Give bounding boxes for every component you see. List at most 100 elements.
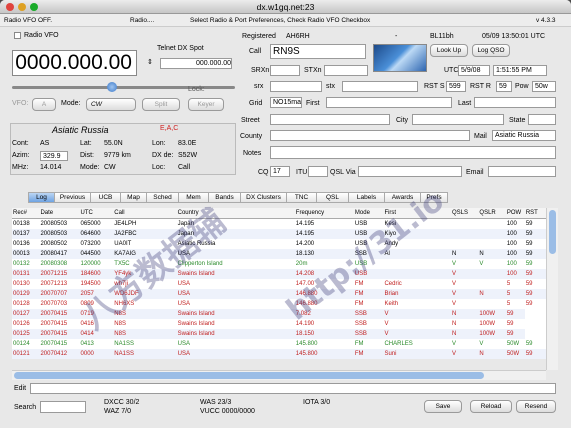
- search-input[interactable]: [40, 401, 86, 413]
- close-button[interactable]: [6, 3, 14, 11]
- reload-button[interactable]: Reload: [470, 400, 512, 413]
- stepper-icon[interactable]: ⇕: [147, 58, 153, 66]
- tab-awards[interactable]: Awards: [384, 192, 420, 203]
- log-qso-button[interactable]: Log QSO: [472, 44, 510, 57]
- resend-button[interactable]: Resend: [516, 400, 556, 413]
- table-cell: V: [451, 281, 456, 287]
- email-input[interactable]: [488, 166, 556, 177]
- tab-sched[interactable]: Sched: [146, 192, 178, 203]
- tab-mem[interactable]: Mem: [178, 192, 208, 203]
- table-cell: Clipperton Island: [177, 261, 223, 267]
- column-header-frequency[interactable]: Frequency: [294, 208, 354, 219]
- table-row[interactable]: 00127 20070415 0719 N8S Swains Island 7.082 SS…: [12, 309, 546, 319]
- table-row[interactable]: 00128 20070703 0809 NH6XS USA 146.880 FM Keith V…: [12, 299, 546, 309]
- table-cell: Kiyo: [383, 229, 451, 239]
- table-row[interactable]: 00129 20070707 2057 WD6JDF USA 146.880 FM Brian…: [12, 289, 546, 299]
- srxn-input[interactable]: [270, 65, 300, 76]
- table-row[interactable]: 00138 20080503 065000 JE4LPH Japan 14.195 USB K…: [12, 219, 546, 230]
- column-header-mode[interactable]: Mode: [353, 208, 384, 219]
- call-input[interactable]: RN9S: [270, 44, 366, 59]
- first-input[interactable]: [326, 97, 452, 108]
- table-row[interactable]: 00137 20080503 064600 JA2FBC Japan 14.195 USB K…: [12, 229, 546, 239]
- mail-input[interactable]: Asiatic Russia: [492, 130, 556, 141]
- zoom-button[interactable]: [30, 3, 38, 11]
- tab-previous[interactable]: Previous: [54, 192, 90, 203]
- utc-date-input[interactable]: 5/9/08: [458, 65, 490, 76]
- column-header-rec[interactable]: Rec#: [12, 208, 40, 219]
- column-header-call[interactable]: Call: [113, 208, 177, 219]
- vfo-frequency-display[interactable]: 0000.000.00: [12, 50, 137, 76]
- qsl-via-input[interactable]: [358, 166, 462, 177]
- mode-select[interactable]: CW: [86, 98, 136, 111]
- srx-input[interactable]: [270, 81, 322, 92]
- tab-prefs[interactable]: Prefs: [420, 192, 448, 203]
- tuning-slider-knob[interactable]: [107, 82, 117, 92]
- vertical-scroll-thumb[interactable]: [549, 210, 556, 254]
- city-input[interactable]: [412, 114, 504, 125]
- table-cell: Japan: [177, 221, 194, 227]
- county-input[interactable]: [270, 130, 470, 141]
- table-row[interactable]: 00136 20080502 073200 UA0IT Asiatic Russia 14…: [12, 239, 546, 249]
- world-map-thumbnail[interactable]: [373, 44, 427, 72]
- table-row[interactable]: 00126 20070415 0416 N8S Swains Island 14.190 S…: [12, 319, 546, 329]
- tab-tnc[interactable]: TNC: [286, 192, 316, 203]
- vfo-select[interactable]: A: [32, 98, 56, 111]
- split-button[interactable]: Split: [142, 98, 180, 111]
- cont-value: AS: [40, 140, 50, 147]
- state-input[interactable]: [528, 114, 556, 125]
- notes-input[interactable]: [270, 146, 556, 159]
- column-header-qsls[interactable]: QSLS: [450, 208, 479, 219]
- table-row[interactable]: 00131 20071215 184600 YF4yk Swains Island 14.…: [12, 269, 546, 279]
- column-header-rst[interactable]: RST: [524, 208, 546, 219]
- table-cell: N: [450, 249, 479, 259]
- table-cell: USB: [354, 261, 368, 267]
- rst-r-input[interactable]: 59: [496, 81, 512, 92]
- table-row[interactable]: 00125 20070415 0414 N8S Swains Island 18.150 S…: [12, 329, 546, 339]
- edit-input[interactable]: [30, 383, 556, 394]
- horizontal-scroll-thumb[interactable]: [14, 372, 484, 379]
- cq-input[interactable]: 17: [270, 166, 290, 177]
- table-cell: N: [451, 321, 457, 327]
- tab-ucb[interactable]: UCB: [90, 192, 120, 203]
- save-button[interactable]: Save: [424, 400, 462, 413]
- column-header-qslr[interactable]: QSLR: [478, 208, 506, 219]
- table-cell: 00130: [13, 281, 30, 287]
- table-cell: 044500: [79, 249, 114, 259]
- stx-input[interactable]: [342, 81, 418, 92]
- itu-input[interactable]: [308, 166, 328, 177]
- rst-s-input[interactable]: 599: [446, 81, 466, 92]
- notes-label: Notes: [243, 150, 262, 157]
- tab-map[interactable]: Map: [120, 192, 146, 203]
- tab-log[interactable]: Log: [28, 192, 54, 203]
- last-input[interactable]: [474, 97, 556, 108]
- utc-time-input[interactable]: 1:51:55 PM: [493, 65, 547, 76]
- grid-input[interactable]: NO15ma: [270, 97, 302, 108]
- column-header-first[interactable]: First: [383, 208, 451, 219]
- tab-bands[interactable]: Bands: [208, 192, 240, 203]
- column-header-pow[interactable]: POW: [505, 208, 525, 219]
- table-row[interactable]: 00013 20080417 044500 KA7AIG USA 18.130 SSB Al N…: [12, 249, 546, 259]
- tab-qsl[interactable]: QSL: [316, 192, 348, 203]
- minimize-button[interactable]: [18, 3, 26, 11]
- pow-input[interactable]: 50w: [532, 81, 556, 92]
- street-input[interactable]: [270, 114, 390, 125]
- tab-dx-clusters[interactable]: DX Clusters: [240, 192, 286, 203]
- lookup-button[interactable]: Look Up: [430, 44, 468, 57]
- column-header-utc[interactable]: UTC: [79, 208, 114, 219]
- tab-labels[interactable]: Labels: [348, 192, 384, 203]
- window-title: dx.w1gq.net:23: [256, 2, 315, 12]
- column-header-country[interactable]: Country: [176, 208, 295, 219]
- radio-vfo-checkbox[interactable]: [14, 32, 21, 39]
- table-vertical-scrollbar[interactable]: [546, 208, 558, 370]
- table-row[interactable]: 00132 20080308 120000 TX5C Clipperton Island…: [12, 259, 546, 269]
- table-horizontal-scrollbar[interactable]: [12, 370, 546, 380]
- stxn-input[interactable]: [324, 65, 368, 76]
- table-row[interactable]: 00124 20070415 0413 NA1SS USA 145.800 FM CHARLE…: [12, 339, 546, 349]
- table-cell: FM: [354, 301, 364, 307]
- telnet-freq-field[interactable]: 000.000.00: [160, 58, 232, 69]
- table-cell: [451, 219, 478, 230]
- table-row[interactable]: 00121 20070412 0000 NA1SS USA 145.800 FM Suni V N…: [12, 349, 546, 359]
- table-row[interactable]: 00130 20071213 194500 wh7ji USA 147.00 FM Cedri…: [12, 279, 546, 289]
- keyer-button[interactable]: Keyer: [188, 98, 224, 111]
- column-header-date[interactable]: Date: [39, 208, 80, 219]
